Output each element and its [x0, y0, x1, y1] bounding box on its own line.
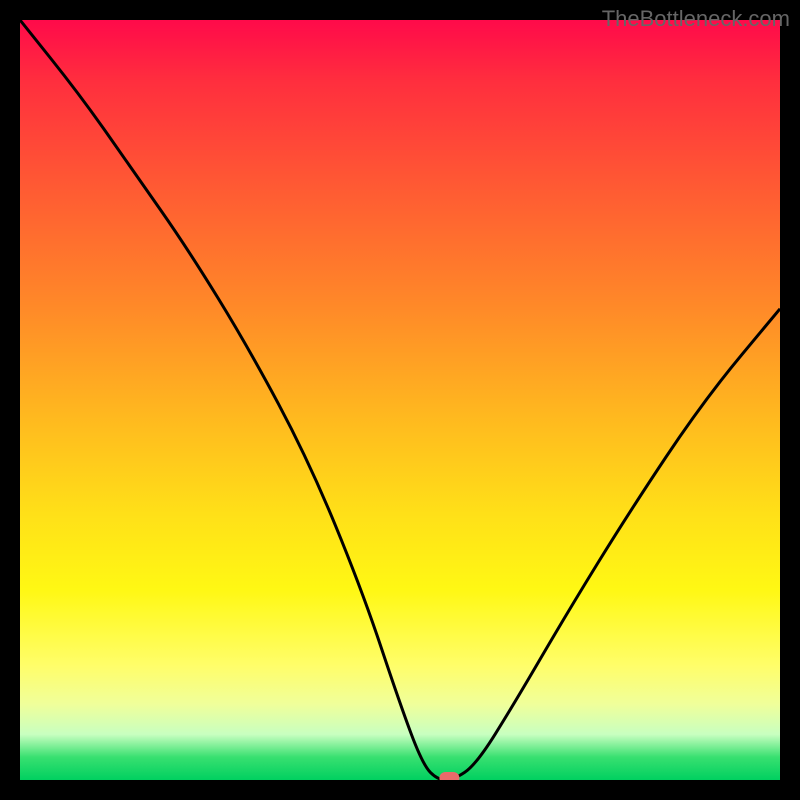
chart-plot-area [20, 20, 780, 780]
bottleneck-curve-line [20, 20, 780, 780]
watermark-text: TheBottleneck.com [602, 6, 790, 32]
minimum-point-marker [439, 772, 459, 780]
chart-svg [20, 20, 780, 780]
